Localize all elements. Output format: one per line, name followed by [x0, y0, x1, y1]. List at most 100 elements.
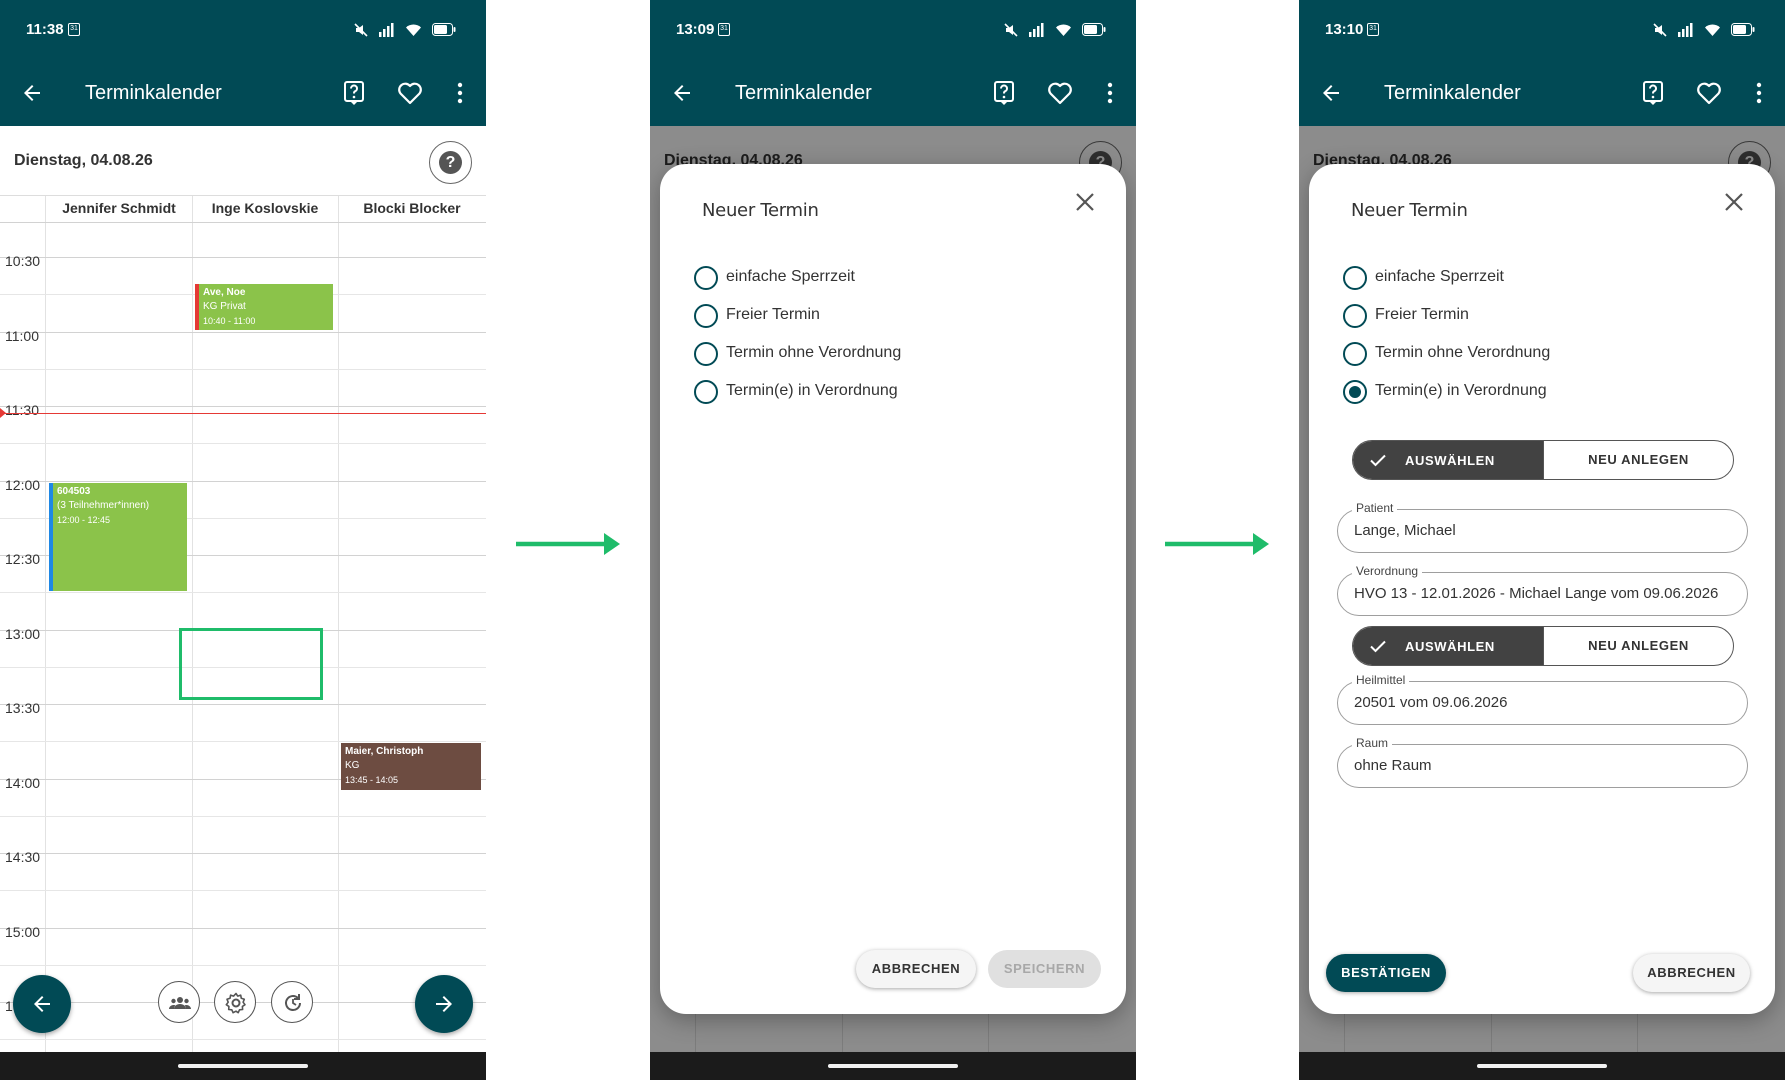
battery-icon: [1082, 23, 1106, 37]
refresh-button[interactable]: [271, 981, 313, 1023]
help-bubble-icon[interactable]: [990, 79, 1018, 107]
status-time: 13:09: [676, 21, 715, 38]
radio-button[interactable]: [694, 380, 718, 404]
radio-button[interactable]: [1343, 304, 1367, 328]
select-verordnung-button[interactable]: AUSWÄHLEN: [1353, 627, 1543, 665]
system-icons: [348, 21, 456, 39]
heart-icon[interactable]: [1046, 79, 1074, 107]
patient-mode-toggle[interactable]: AUSWÄHLEN NEU ANLEGEN: [1352, 440, 1734, 480]
field-value: HVO 13 - 12.01.2026 - Michael Lange vom …: [1354, 585, 1719, 602]
question-icon: ?: [439, 151, 462, 174]
column-header: Inge Koslovskie: [211, 200, 319, 216]
verordnung-field[interactable]: Verordnung HVO 13 - 12.01.2026 - Michael…: [1337, 564, 1748, 616]
radio-button[interactable]: [694, 266, 718, 290]
day-grid[interactable]: Jennifer Schmidt Inge Koslovskie Blocki …: [0, 195, 486, 1052]
time-label: 13:00: [5, 625, 41, 642]
grid-line: [0, 927, 486, 929]
appointment-block[interactable]: 604503 (3 Teilnehmer*innen) 12:00 - 12:45: [49, 482, 187, 592]
selected-slot[interactable]: [179, 627, 323, 700]
grid-line: [0, 704, 486, 705]
option-label: Termin(e) in Verordnung: [1375, 382, 1547, 399]
heart-icon[interactable]: [396, 79, 424, 107]
patient-field[interactable]: Patient Lange, Michael: [1337, 501, 1748, 553]
heart-icon[interactable]: [1695, 79, 1723, 107]
check-icon: [1370, 454, 1386, 467]
check-icon: [1370, 640, 1386, 653]
appointment-block[interactable]: Ave, Noe KG Privat 10:40 - 11:00: [195, 283, 333, 331]
radio-button-selected[interactable]: [1343, 380, 1367, 404]
calendar-notification-icon: 31: [68, 23, 80, 36]
status-time: 11:38: [26, 21, 64, 38]
select-patient-button[interactable]: AUSWÄHLEN: [1353, 441, 1543, 479]
grid-line: [0, 257, 486, 258]
time-label: 14:00: [5, 774, 41, 791]
field-value: ohne Raum: [1354, 757, 1432, 774]
option-label: Termin ohne Verordnung: [726, 344, 902, 361]
new-patient-button[interactable]: NEU ANLEGEN: [1543, 441, 1733, 479]
battery-icon: [432, 23, 456, 37]
back-arrow-icon[interactable]: [1319, 81, 1343, 105]
help-bubble-icon[interactable]: [340, 79, 368, 107]
home-indicator[interactable]: [178, 1064, 308, 1068]
prev-day-button[interactable]: [13, 975, 71, 1033]
home-indicator[interactable]: [1477, 1064, 1607, 1068]
current-time-line: [0, 413, 486, 414]
dialog-title: Neuer Termin: [702, 200, 819, 221]
time-label: 11:30: [5, 402, 39, 418]
calendar-date: Dienstag, 04.08.26: [14, 152, 153, 169]
mute-icon: [1004, 23, 1018, 37]
appointment-block[interactable]: Maier, Christoph KG 13:45 - 14:05: [341, 743, 481, 790]
close-icon[interactable]: [1074, 191, 1096, 213]
appointment-time: 13:45 - 14:05: [345, 775, 399, 786]
verordnung-mode-toggle[interactable]: AUSWÄHLEN NEU ANLEGEN: [1352, 626, 1734, 666]
phone-screen-appointment-details: 13:10 31 Terminkalender Dienstag, 04.08.…: [1299, 0, 1785, 1080]
help-button[interactable]: ?: [429, 141, 472, 184]
option-label: Termin(e) in Verordnung: [726, 382, 898, 399]
current-time-marker: [0, 408, 6, 418]
appointment-name: Ave, Noe: [203, 286, 246, 298]
column-divider: [45, 196, 46, 1052]
cancel-button[interactable]: ABBRECHEN: [1633, 954, 1750, 992]
calendar-notification-icon: 31: [718, 23, 730, 36]
radio-button[interactable]: [694, 342, 718, 366]
back-arrow-icon[interactable]: [670, 81, 694, 105]
save-button[interactable]: SPEICHERN: [988, 950, 1101, 988]
wifi-icon: [1055, 24, 1071, 36]
grid-line: [0, 443, 486, 445]
option-label: Termin ohne Verordnung: [1375, 344, 1551, 361]
back-arrow-icon[interactable]: [20, 81, 44, 105]
confirm-button[interactable]: BESTÄTIGEN: [1326, 954, 1446, 992]
radio-button[interactable]: [1343, 266, 1367, 290]
wifi-icon: [405, 24, 421, 36]
time-label: 10:30: [5, 253, 41, 269]
app-title: Terminkalender: [735, 82, 872, 104]
field-label: Verordnung: [1352, 564, 1423, 578]
option-label: einfache Sperrzeit: [1375, 268, 1504, 285]
close-icon[interactable]: [1723, 191, 1745, 213]
grid-line: [0, 853, 486, 854]
more-vert-icon[interactable]: [1100, 79, 1128, 107]
settings-button[interactable]: [214, 981, 256, 1023]
home-indicator[interactable]: [828, 1064, 958, 1068]
more-vert-icon[interactable]: [1749, 79, 1777, 107]
battery-icon: [1731, 23, 1755, 37]
system-icons: [998, 21, 1106, 39]
signal-icon: [1678, 22, 1693, 37]
help-bubble-icon[interactable]: [1639, 79, 1667, 107]
new-verordnung-button[interactable]: NEU ANLEGEN: [1543, 627, 1733, 665]
radio-button[interactable]: [1343, 342, 1367, 366]
raum-field[interactable]: Raum ohne Raum: [1337, 736, 1748, 788]
more-vert-icon[interactable]: [450, 79, 478, 107]
calendar-content: Dienstag, 04.08.26 ? Jennifer Schmidt In…: [0, 126, 486, 1052]
column-divider: [192, 196, 193, 1052]
participants-button[interactable]: [158, 981, 200, 1023]
next-day-button[interactable]: [415, 975, 473, 1033]
cancel-button[interactable]: ABBRECHEN: [856, 950, 976, 988]
people-icon: [169, 997, 191, 1009]
radio-button[interactable]: [694, 304, 718, 328]
app-bar: Terminkalender: [1299, 60, 1785, 126]
heilmittel-field[interactable]: Heilmittel 20501 vom 09.06.2026: [1337, 673, 1748, 725]
gesture-bar: [0, 1052, 486, 1080]
time-label: 12:00: [5, 476, 41, 493]
column-divider: [338, 196, 339, 1052]
